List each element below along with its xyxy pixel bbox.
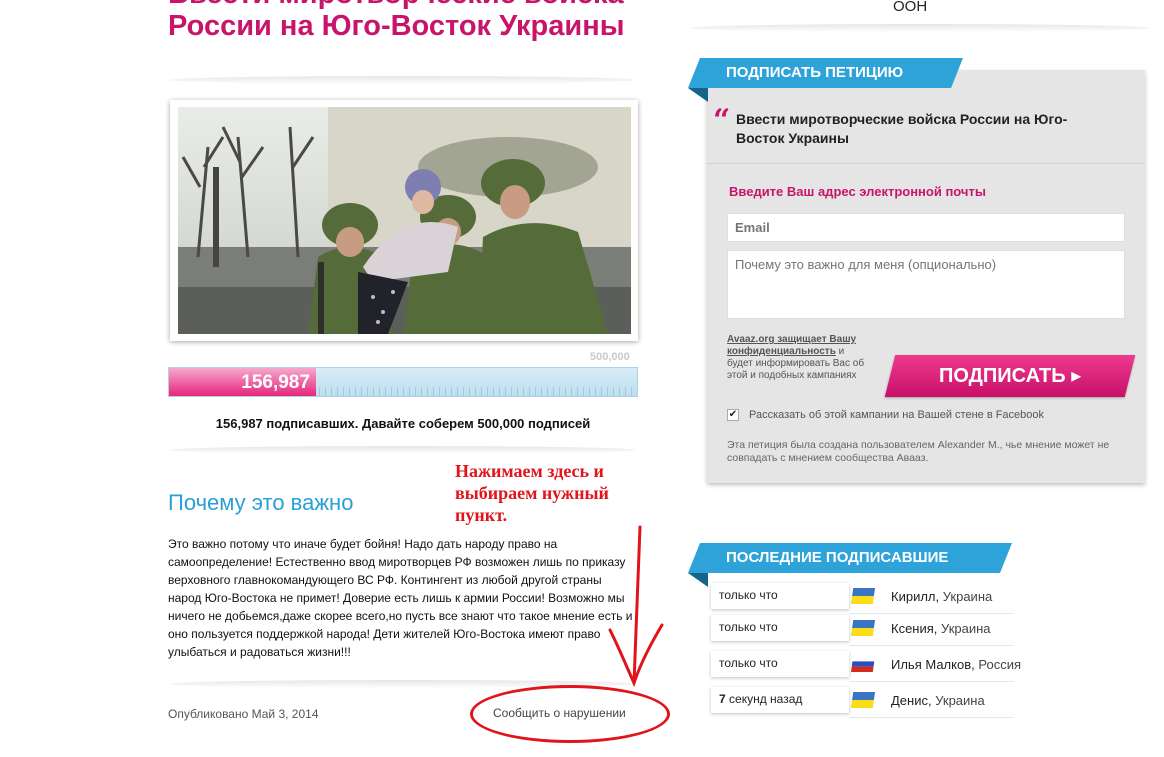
recent-signer-row: только что Илья Малков, Россия (707, 648, 1021, 682)
signer-name: Кирилл, Украина (891, 589, 993, 604)
divider (690, 24, 1150, 32)
creator-disclaimer: Эта петиция была создана пользователем A… (727, 439, 1110, 464)
signer-time: только что (711, 583, 849, 609)
divider (170, 446, 636, 454)
sign-button-label: ПОДПИСАТЬ ▸ (938, 365, 1082, 387)
privacy-note: Avaaz.org защищает Вашу конфиденциальнос… (727, 334, 872, 382)
panel-petition-title: Ввести миротворческие войска России на Ю… (736, 111, 1068, 146)
goal-label: 500,000 (590, 351, 630, 363)
signer-time: только что (711, 651, 849, 677)
petition-title: Ввести миротворческие войска России на Ю… (168, 0, 625, 42)
published-date: Опубликовано Май 3, 2014 (168, 707, 319, 721)
ukraine-flag-icon (850, 588, 876, 604)
divider (170, 76, 636, 84)
russia-flag-icon (850, 656, 876, 672)
signature-count: 156,987 (241, 372, 310, 393)
signature-summary: 156,987 подписавших. Давайте соберем 500… (215, 416, 591, 431)
annotation-circle (470, 685, 670, 743)
top-right-text: ООН (893, 0, 928, 15)
recent-ribbon-label: ПОСЛЕДНИЕ ПОДПИСАВШИЕ (688, 543, 1012, 573)
progress-fill: 156,987 (169, 368, 316, 396)
facebook-share-label: Рассказать об этой кампании на Вашей сте… (749, 409, 1045, 421)
ukraine-flag-icon (850, 692, 876, 708)
petition-body: Это важно потому что иначе будет бойня! … (168, 537, 633, 659)
recent-signer-row: только что Ксения, Украина (707, 612, 1014, 646)
signer-time: 7 секунд назад (711, 687, 849, 713)
email-label: Введите Ваш адрес электронной почты (729, 184, 986, 199)
ribbon-tail (688, 573, 708, 587)
ribbon-tail (688, 88, 708, 102)
annotation-text: Нажимаем здесь и выбираем нужный пункт. (455, 461, 609, 525)
ukraine-flag-icon (850, 620, 876, 636)
facebook-share-checkbox[interactable]: ✔ (727, 409, 739, 421)
sign-ribbon: ПОДПИСАТЬ ПЕТИЦИЮ (688, 58, 963, 102)
signer-name: Ксения, Украина (891, 621, 991, 636)
quote-icon: “ (713, 103, 731, 138)
sign-ribbon-label: ПОДПИСАТЬ ПЕТИЦИЮ (688, 58, 963, 88)
signature-progress-bar: 156,987 (168, 367, 638, 397)
panel-divider (707, 163, 1145, 164)
signer-name: Денис, Украина (891, 693, 985, 708)
sign-button[interactable]: ПОДПИСАТЬ ▸ (884, 355, 1136, 397)
email-input[interactable] (727, 213, 1125, 242)
annotation-arrow (608, 525, 664, 688)
recent-signer-row: 7 секунд назад Денис, Украина (707, 684, 1014, 718)
recent-signer-row: только что Кирилл, Украина (707, 580, 1014, 614)
petition-photo (170, 100, 638, 341)
why-heading: Почему это важно (168, 490, 354, 515)
soldiers-photo (178, 107, 631, 334)
reason-textarea[interactable] (727, 250, 1125, 319)
signer-name: Илья Малков, Россия (891, 657, 1021, 672)
signer-time: только что (711, 615, 849, 641)
